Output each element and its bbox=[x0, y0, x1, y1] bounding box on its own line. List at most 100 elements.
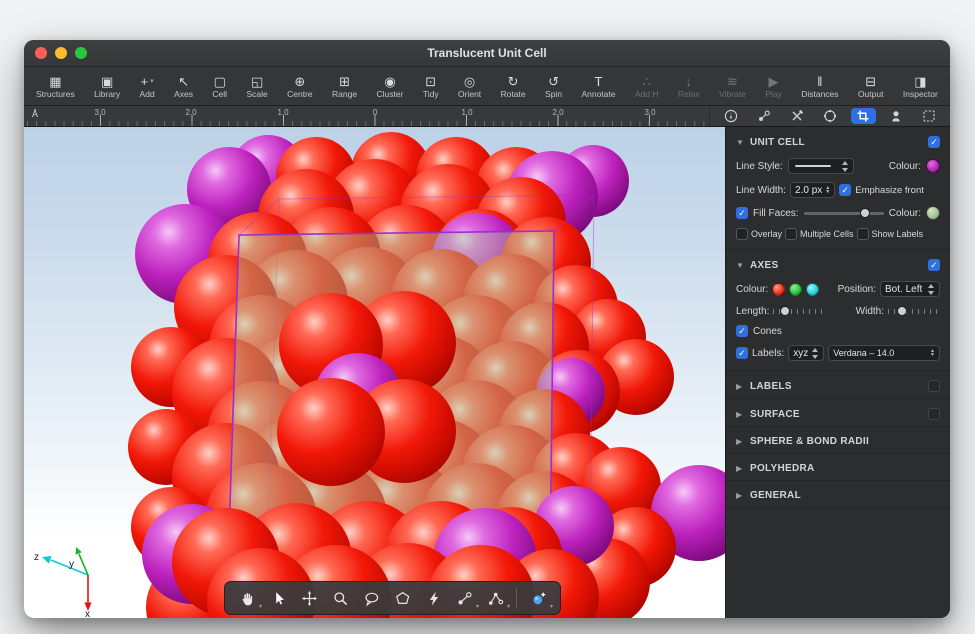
info-icon bbox=[724, 109, 738, 123]
popup-chevrons-icon bbox=[812, 348, 819, 359]
toolbar-library[interactable]: ▣Library bbox=[94, 73, 120, 99]
popup-chevrons-icon bbox=[928, 284, 935, 295]
toolbar-tidy[interactable]: ⊡Tidy bbox=[423, 73, 439, 99]
toolbar-spin[interactable]: ↺Spin bbox=[545, 73, 562, 99]
disclosure-triangle-icon[interactable]: ▶ bbox=[736, 464, 745, 473]
fill-faces-checkbox[interactable] bbox=[736, 207, 748, 219]
toolbar-inspector[interactable]: ◨Inspector bbox=[903, 73, 938, 99]
x-axis-label: x bbox=[85, 609, 90, 618]
red-atom[interactable] bbox=[277, 378, 385, 486]
section-title: UNIT CELL bbox=[750, 137, 805, 148]
axes-orientation-widget: z y x bbox=[26, 539, 136, 618]
fill-colour-swatch[interactable] bbox=[926, 206, 940, 220]
line-style-popup[interactable] bbox=[788, 158, 854, 174]
cones-checkbox[interactable] bbox=[736, 325, 748, 337]
show-labels-checkbox[interactable] bbox=[857, 228, 869, 240]
toolbar-range[interactable]: ⊞Range bbox=[332, 73, 357, 99]
toolbar-rotate[interactable]: ↻Rotate bbox=[501, 73, 526, 99]
axes-position-popup[interactable]: Bot. Left bbox=[880, 281, 940, 297]
multiple-cells-checkbox[interactable] bbox=[785, 228, 797, 240]
disclosure-triangle-icon[interactable]: ▶ bbox=[736, 491, 745, 500]
toolbar-annotate[interactable]: TAnnotate bbox=[581, 73, 615, 99]
stamp-button[interactable] bbox=[884, 108, 909, 124]
disclosure-triangle-icon[interactable]: ▶ bbox=[736, 410, 745, 419]
toolbar-cell[interactable]: ▢Cell bbox=[212, 73, 227, 99]
axes-labels-checkbox[interactable] bbox=[736, 347, 748, 359]
stepper-icon[interactable]: ▲▼ bbox=[825, 186, 830, 195]
disclosure-triangle-icon[interactable]: ▼ bbox=[736, 138, 745, 147]
line-style-preview bbox=[795, 165, 831, 167]
axes-labels-popup[interactable]: xyz bbox=[788, 345, 824, 361]
z-axis-colour-swatch[interactable] bbox=[806, 283, 819, 296]
close-button[interactable] bbox=[35, 47, 47, 59]
ruler: Å 3.0 2.0 1.0 0 1.0 2.0 3.0 bbox=[24, 106, 709, 126]
axes-enabled-checkbox[interactable] bbox=[928, 259, 940, 271]
orbit-button[interactable] bbox=[817, 108, 842, 124]
bonds-button[interactable] bbox=[751, 108, 776, 124]
line-width-field[interactable]: 2.0 px▲▼ bbox=[790, 182, 835, 198]
lasso-polygon-tool[interactable] bbox=[388, 585, 416, 611]
fill-faces-opacity-slider[interactable] bbox=[804, 207, 884, 219]
toolbar-centre[interactable]: ⊕Centre bbox=[287, 73, 313, 99]
line-width-label: Line Width: bbox=[736, 185, 786, 196]
bond-tool[interactable]: ▾ bbox=[450, 585, 478, 611]
disclosure-triangle-icon[interactable]: ▶ bbox=[736, 437, 745, 446]
orient-icon: ◎ bbox=[464, 74, 475, 89]
window-title: Translucent Unit Cell bbox=[427, 46, 546, 60]
range-icon: ⊞ bbox=[339, 74, 350, 89]
marquee-button[interactable] bbox=[917, 108, 942, 124]
toolbar-cluster[interactable]: ◉Cluster bbox=[377, 73, 404, 99]
zoom-window-button[interactable] bbox=[75, 47, 87, 59]
polyhedra-section: ▶ POLYHEDRA bbox=[726, 454, 950, 481]
labels-enabled-checkbox[interactable] bbox=[928, 380, 940, 392]
line-colour-swatch[interactable] bbox=[926, 159, 940, 173]
sphere-bond-radii-section: ▶ SPHERE & BOND RADII bbox=[726, 427, 950, 454]
axes-width-slider[interactable] bbox=[888, 305, 940, 317]
minimize-button[interactable] bbox=[55, 47, 67, 59]
pan-hand-tool[interactable]: ▾ bbox=[233, 585, 261, 611]
toolbar-distances[interactable]: ‖Distances bbox=[801, 73, 838, 99]
bond-chain-icon bbox=[487, 590, 504, 607]
unit-cell-crop-button[interactable] bbox=[851, 108, 876, 124]
magic-wand-tool[interactable] bbox=[419, 585, 447, 611]
magnifier-icon bbox=[332, 590, 349, 607]
toolbar-scale[interactable]: ◱Scale bbox=[246, 73, 267, 99]
add-atom-tool[interactable]: ▾ bbox=[524, 585, 552, 611]
structures-icon: ▦ bbox=[49, 74, 61, 89]
axes-font-field[interactable]: Verdana – 14.0▲▼ bbox=[828, 345, 940, 361]
line-style-label: Line Style: bbox=[736, 161, 783, 172]
y-axis-colour-swatch[interactable] bbox=[789, 283, 802, 296]
overlay-checkbox[interactable] bbox=[736, 228, 748, 240]
section-title: SPHERE & BOND RADII bbox=[750, 436, 869, 447]
zoom-tool[interactable] bbox=[326, 585, 354, 611]
stepper-icon[interactable]: ▲▼ bbox=[930, 349, 935, 358]
info-button[interactable] bbox=[718, 108, 743, 124]
structure-viewport[interactable]: z y x ▾ ▾ ▾ ▾ bbox=[24, 127, 725, 618]
orbit-rotate-icon bbox=[823, 109, 837, 123]
annotate-icon: T bbox=[594, 74, 602, 89]
distances-icon: ‖ bbox=[817, 74, 822, 89]
build-tools-button[interactable] bbox=[784, 108, 809, 124]
bond-chain-tool[interactable]: ▾ bbox=[481, 585, 509, 611]
toolbar-add[interactable]: +▾Add bbox=[140, 73, 155, 99]
translate-tool[interactable] bbox=[295, 585, 323, 611]
axes-length-label: Length: bbox=[736, 306, 769, 317]
lasso-ellipse-tool[interactable] bbox=[357, 585, 385, 611]
select-arrow-tool[interactable] bbox=[264, 585, 292, 611]
toolbar-axes[interactable]: ↖Axes bbox=[174, 73, 193, 99]
toolbar-structures[interactable]: ▦Structures bbox=[36, 73, 75, 99]
centre-icon: ⊕ bbox=[294, 74, 305, 89]
x-axis-colour-swatch[interactable] bbox=[772, 283, 785, 296]
disclosure-triangle-icon[interactable]: ▶ bbox=[736, 382, 745, 391]
surface-enabled-checkbox[interactable] bbox=[928, 408, 940, 420]
hand-icon bbox=[239, 590, 256, 607]
disclosure-triangle-icon[interactable]: ▼ bbox=[736, 261, 745, 270]
relax-icon: ↓ bbox=[686, 74, 693, 89]
toolbar-orient[interactable]: ◎Orient bbox=[458, 73, 481, 99]
section-title: AXES bbox=[750, 260, 778, 271]
toolbar-output[interactable]: ⊟Output bbox=[858, 73, 884, 99]
unit-cell-enabled-checkbox[interactable] bbox=[928, 136, 940, 148]
emphasize-front-checkbox[interactable] bbox=[839, 184, 851, 196]
axes-length-slider[interactable] bbox=[773, 305, 825, 317]
toolbar-add-h: ∴Add H bbox=[635, 73, 659, 99]
